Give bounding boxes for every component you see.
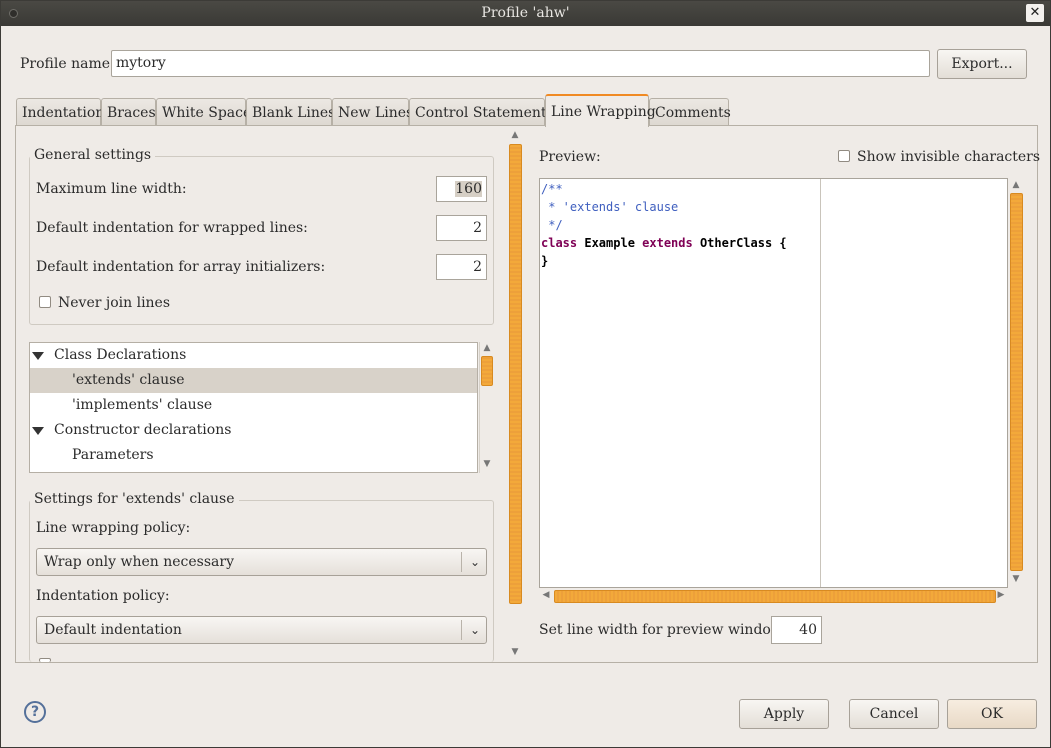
tab-new-lines[interactable]: New Lines — [332, 98, 413, 126]
tab-comments[interactable]: Comments — [649, 98, 731, 126]
never-join-lines-label: Never join lines — [58, 295, 171, 311]
indentation-policy-label: Indentation policy: — [36, 588, 170, 604]
preview-label: Preview: — [539, 149, 601, 165]
code-line: class Example extends OtherClass { — [541, 236, 787, 250]
scroll-right-icon[interactable]: ▶ — [994, 590, 1008, 600]
partial-checkbox[interactable] — [39, 658, 51, 662]
general-settings-title: General settings — [30, 147, 156, 163]
print-margin-line — [820, 179, 821, 587]
tree-item-parameters[interactable]: Parameters — [30, 443, 477, 468]
array-indent-label: Default indentation for array initialize… — [36, 259, 326, 275]
tab-indentation[interactable]: Indentation — [16, 98, 104, 126]
left-panel-scrollbar[interactable]: ▲ ▼ — [508, 128, 523, 661]
profile-name-input[interactable]: mytory — [111, 50, 930, 77]
window-title: Profile 'ahw' — [481, 5, 570, 21]
scroll-down-icon[interactable]: ▼ — [508, 647, 522, 657]
scroll-up-icon[interactable]: ▲ — [480, 343, 494, 353]
preview-vscroll-thumb[interactable] — [1010, 193, 1023, 571]
close-icon[interactable]: ✕ — [1026, 4, 1044, 22]
preview-vertical-scrollbar[interactable]: ▲ ▼ — [1009, 178, 1024, 588]
scroll-up-icon[interactable]: ▲ — [508, 130, 522, 140]
scroll-up-icon[interactable]: ▲ — [1009, 180, 1023, 190]
chevron-down-icon: ⌄ — [469, 623, 480, 637]
code-line: /** — [541, 182, 563, 196]
tree-item-label: Parameters — [72, 447, 154, 463]
tree-scroll-thumb[interactable] — [481, 356, 493, 386]
tree-item-extends-clause[interactable]: 'extends' clause — [30, 368, 477, 393]
help-icon[interactable]: ? — [24, 701, 46, 723]
tree-item-implements-clause[interactable]: 'implements' clause — [30, 393, 477, 418]
profile-name-label: Profile name: — [20, 56, 115, 72]
tree-item-label: Class Declarations — [54, 347, 187, 363]
indentation-policy-value: Default indentation — [44, 622, 182, 638]
show-invisible-checkbox[interactable] — [838, 150, 850, 162]
code-line: */ — [541, 218, 563, 232]
profile-dialog: Profile 'ahw' ✕ Profile name: mytory Exp… — [0, 0, 1051, 748]
chevron-down-icon: ⌄ — [469, 555, 480, 569]
never-join-lines-checkbox[interactable] — [39, 296, 51, 308]
code-line: } — [541, 254, 549, 268]
cancel-button[interactable]: Cancel — [849, 699, 939, 729]
export-button[interactable]: Export... — [937, 49, 1027, 79]
tab-blank-lines[interactable]: Blank Lines — [246, 98, 335, 126]
window-menu-icon[interactable] — [9, 9, 18, 18]
title-bar: Profile 'ahw' ✕ — [1, 1, 1050, 26]
wrapping-policy-select[interactable]: Wrap only when necessary ⌄ — [36, 548, 487, 576]
preview-hscroll-thumb[interactable] — [554, 590, 996, 603]
extends-settings-title: Settings for 'extends' clause — [30, 491, 239, 507]
tab-white-space[interactable]: White Space — [156, 98, 251, 126]
array-indent-input[interactable]: 2 — [436, 254, 487, 280]
tree-item-label: 'extends' clause — [72, 372, 185, 388]
tree-item-label: Constructor declarations — [54, 422, 232, 438]
wrapping-category-tree: Class Declarations 'extends' clause 'imp… — [29, 342, 478, 473]
preview-editor[interactable]: /** * 'extends' clause */ class Example … — [539, 178, 1008, 588]
indentation-policy-select[interactable]: Default indentation ⌄ — [36, 616, 487, 644]
expanded-triangle-icon[interactable] — [32, 427, 44, 435]
code-line: * 'extends' clause — [541, 200, 679, 214]
scroll-down-icon[interactable]: ▼ — [480, 459, 494, 469]
tree-item-class-declarations[interactable]: Class Declarations — [30, 343, 477, 368]
max-line-width-input[interactable]: 160 — [436, 176, 487, 202]
expanded-triangle-icon[interactable] — [32, 352, 44, 360]
left-panel-scroll-thumb[interactable] — [509, 144, 522, 604]
preview-line-width-input[interactable]: 40 — [771, 616, 822, 644]
tab-braces[interactable]: Braces — [101, 98, 156, 126]
show-invisible-label: Show invisible characters — [857, 149, 1041, 165]
tab-control-statements[interactable]: Control Statements — [409, 98, 554, 126]
wrapping-policy-value: Wrap only when necessary — [44, 554, 234, 570]
tree-scrollbar[interactable]: ▲ ▼ — [479, 342, 494, 473]
scroll-left-icon[interactable]: ◀ — [539, 590, 553, 600]
ok-button[interactable]: OK — [947, 699, 1037, 729]
tree-item-label: 'implements' clause — [72, 397, 213, 413]
tab-line-wrapping[interactable]: Line Wrapping — [545, 94, 656, 127]
scroll-down-icon[interactable]: ▼ — [1009, 574, 1023, 584]
preview-line-width-label: Set line width for preview window: — [539, 622, 788, 638]
wrapped-indent-label: Default indentation for wrapped lines: — [36, 220, 308, 236]
tree-item-constructor-declarations[interactable]: Constructor declarations — [30, 418, 477, 443]
wrapped-indent-input[interactable]: 2 — [436, 215, 487, 241]
preview-horizontal-scrollbar[interactable]: ◀ ▶ — [539, 589, 1008, 604]
apply-button[interactable]: Apply — [739, 699, 829, 729]
max-line-width-label: Maximum line width: — [36, 181, 187, 197]
wrapping-policy-label: Line wrapping policy: — [36, 520, 191, 536]
